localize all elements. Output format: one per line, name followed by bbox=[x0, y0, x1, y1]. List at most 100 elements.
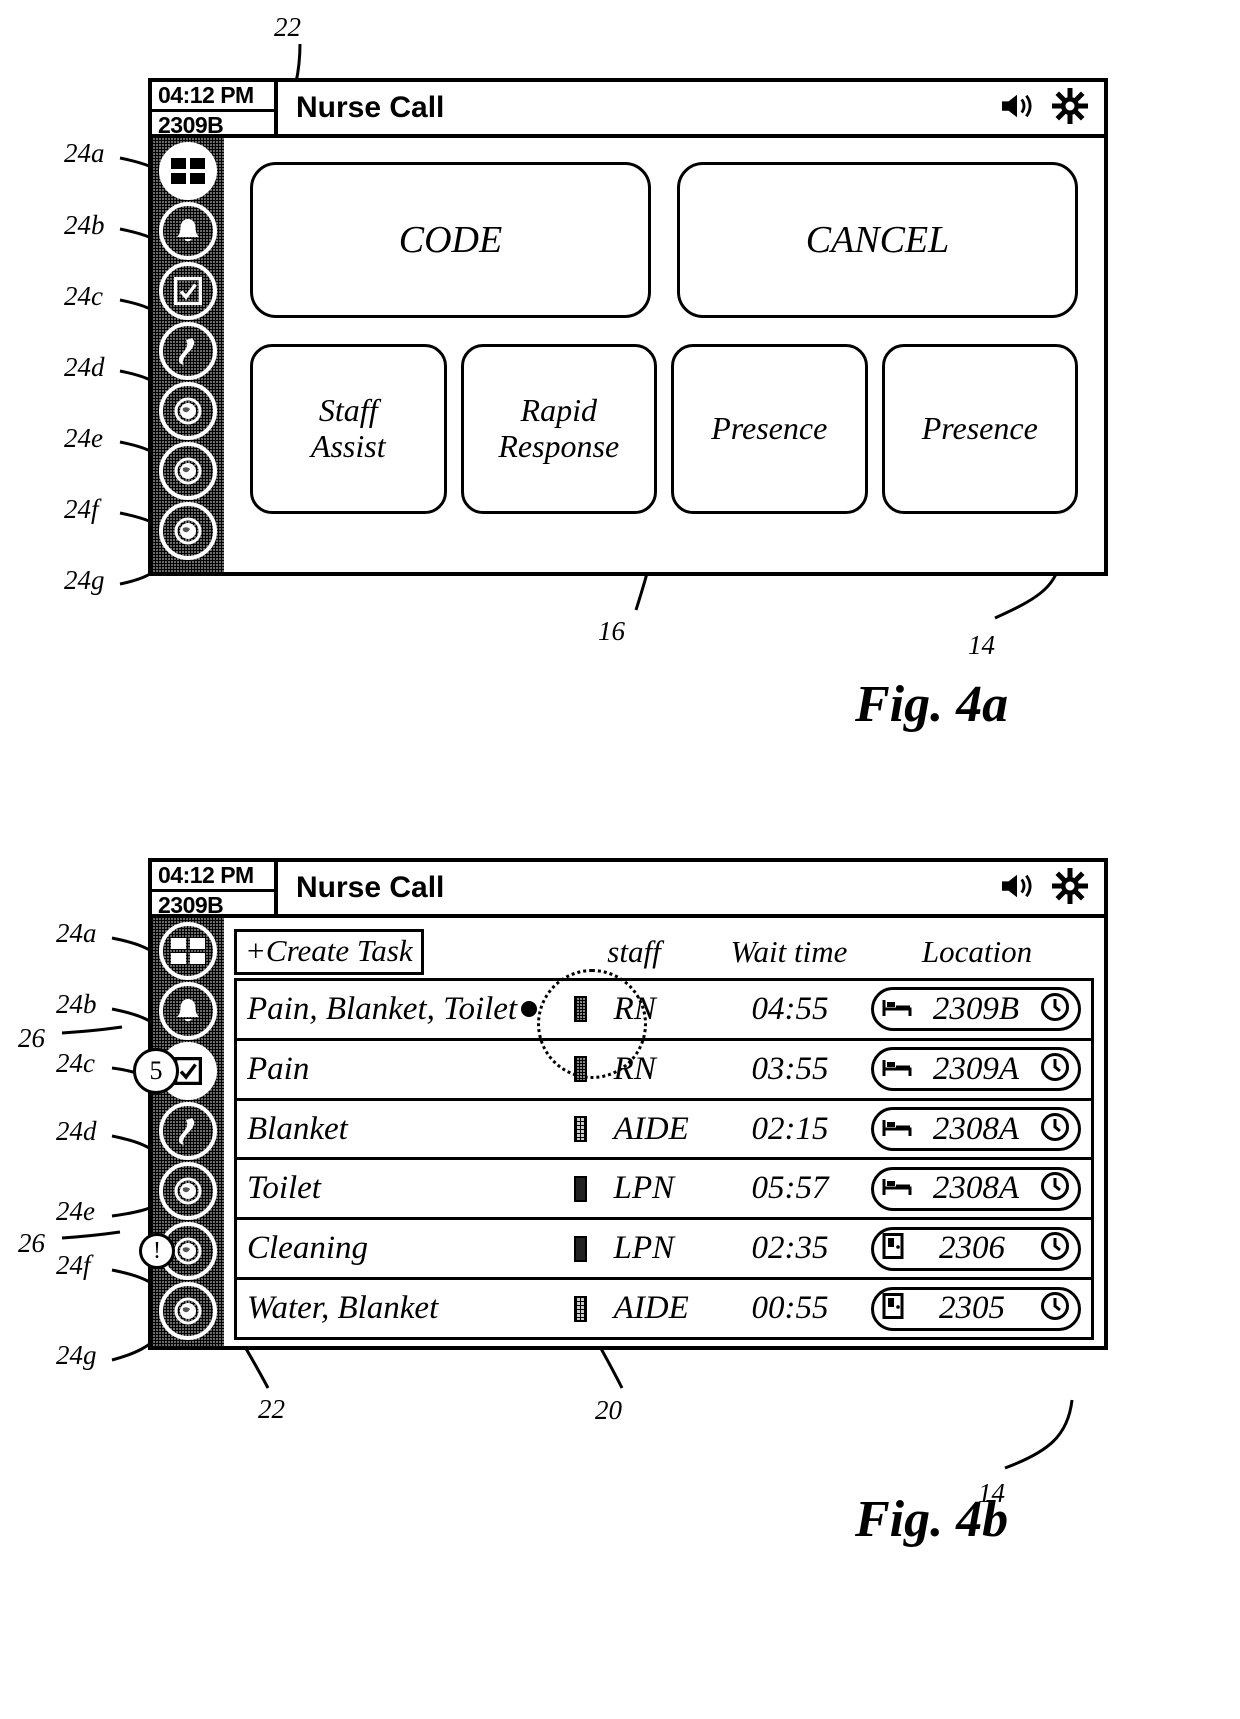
staff-chip-icon bbox=[574, 1056, 588, 1083]
titlebar-icons bbox=[998, 82, 1104, 134]
alert-badge: ! bbox=[139, 1233, 175, 1269]
table-row[interactable]: Water, Blanket AIDE 00:55 2305 bbox=[237, 1280, 1091, 1337]
ref-numeral-16-8: 16 bbox=[598, 616, 625, 646]
task-description: Toilet bbox=[237, 1170, 562, 1207]
speaker-volume-icon[interactable] bbox=[998, 871, 1036, 906]
bed-icon bbox=[882, 1116, 912, 1143]
location-pill[interactable]: 2309B bbox=[871, 987, 1081, 1032]
sidebar-item-globe-1[interactable] bbox=[159, 382, 217, 440]
clock-icon[interactable] bbox=[1040, 1291, 1070, 1326]
location-pill[interactable]: 2306 bbox=[871, 1226, 1081, 1271]
table-row[interactable]: Toilet LPN 05:57 2308A bbox=[237, 1160, 1091, 1221]
globe-icon bbox=[174, 1177, 202, 1205]
location-pill[interactable]: 2308A bbox=[871, 1107, 1081, 1152]
location-cell: 2309B bbox=[871, 987, 1091, 1032]
nurse-call-keypad-screen: CODE CANCEL Staff Assist Rapid Response … bbox=[224, 138, 1104, 572]
task-description: Pain, Blanket, Toilet bbox=[237, 991, 562, 1028]
ref-numeral-26-16: 26 bbox=[18, 1228, 45, 1258]
sidebar-item-tasks[interactable] bbox=[159, 262, 217, 320]
ref-numeral-24e-15: 24e bbox=[56, 1196, 95, 1226]
sidebar-item-alerts[interactable] bbox=[159, 982, 217, 1040]
door-room-icon bbox=[882, 1233, 904, 1264]
create-task-button[interactable]: +Create Task bbox=[234, 929, 424, 975]
location-value: 2306 bbox=[939, 1230, 1005, 1267]
sidebar-item-globe-3[interactable] bbox=[159, 502, 217, 560]
task-label: Pain, Blanket, Toilet bbox=[247, 990, 518, 1027]
ref-numeral-24b-2: 24b bbox=[64, 210, 105, 240]
staff-indicator bbox=[562, 1235, 600, 1262]
ref-numeral-20-20: 20 bbox=[595, 1395, 622, 1425]
presence-button-1[interactable]: Presence bbox=[671, 344, 868, 514]
sidebar-item-globe-1[interactable] bbox=[159, 1162, 217, 1220]
clock-icon[interactable] bbox=[1040, 1231, 1070, 1266]
staff-role: RN bbox=[613, 1050, 656, 1087]
task-label: Toilet bbox=[247, 1170, 321, 1207]
sidebar-item-grid-menu[interactable] bbox=[159, 142, 217, 200]
location-value: 2309B bbox=[932, 990, 1020, 1027]
column-header-location: Location bbox=[921, 934, 1033, 969]
phone-handset-icon bbox=[174, 1116, 202, 1146]
ref-numeral-22-0: 22 bbox=[274, 12, 301, 42]
clock-icon[interactable] bbox=[1040, 1052, 1070, 1087]
staff-assist-button[interactable]: Staff Assist bbox=[250, 344, 447, 514]
clock-icon[interactable] bbox=[1040, 1112, 1070, 1147]
staff-role: AIDE bbox=[613, 1110, 689, 1147]
location-cell: 2308A bbox=[871, 1166, 1091, 1211]
clock-room-block: 04:12 PM 2309B bbox=[152, 862, 278, 918]
sidebar-item-globe-2[interactable] bbox=[159, 442, 217, 500]
secondary-button-row: Staff Assist Rapid Response Presence Pre… bbox=[250, 344, 1078, 514]
bell-icon bbox=[173, 216, 203, 246]
staff-indicator bbox=[562, 996, 600, 1023]
sidebar-item-tasks[interactable]: 5 bbox=[133, 1042, 217, 1100]
sidebar-item-phone[interactable] bbox=[159, 1102, 217, 1160]
grid-menu-icon bbox=[171, 938, 205, 964]
location-pill[interactable]: 2308A bbox=[871, 1166, 1081, 1211]
table-row[interactable]: Pain RN 03:55 2309A bbox=[237, 1041, 1091, 1101]
ref-numeral-24d-4: 24d bbox=[64, 352, 105, 382]
task-description: Blanket bbox=[237, 1111, 562, 1148]
clock-icon[interactable] bbox=[1040, 1171, 1070, 1206]
ref-numeral-24d-14: 24d bbox=[56, 1116, 97, 1146]
task-description: Pain bbox=[237, 1051, 562, 1088]
cancel-button[interactable]: CANCEL bbox=[677, 162, 1078, 318]
rapid-response-label: Rapid Response bbox=[498, 392, 620, 464]
ref-numeral-24f-17: 24f bbox=[56, 1250, 91, 1280]
speaker-volume-icon[interactable] bbox=[998, 91, 1036, 126]
sidebar-item-phone[interactable] bbox=[159, 322, 217, 380]
task-label: Pain bbox=[247, 1050, 310, 1087]
table-row[interactable]: Pain, Blanket, Toilet RN 04:55 2309B bbox=[237, 969, 1091, 1079]
clock-icon[interactable] bbox=[1040, 992, 1070, 1027]
location-pill[interactable]: 2309A bbox=[871, 1047, 1081, 1092]
location-pill[interactable]: 2305 bbox=[871, 1286, 1081, 1331]
sidebar-item-grid-menu[interactable] bbox=[159, 922, 217, 980]
table-row[interactable]: Cleaning LPN 02:35 2306 bbox=[237, 1220, 1091, 1281]
globe-icon bbox=[174, 517, 202, 545]
gear-icon[interactable] bbox=[1052, 87, 1088, 129]
ref-numeral-24e-5: 24e bbox=[64, 423, 103, 453]
globe-icon bbox=[174, 397, 202, 425]
staff-indicator bbox=[562, 1175, 600, 1202]
sidebar-item-globe-2[interactable]: ! bbox=[139, 1222, 217, 1280]
staff-chip-icon bbox=[574, 1295, 588, 1322]
task-description: Water, Blanket bbox=[237, 1290, 562, 1327]
primary-button-row: CODE CANCEL bbox=[250, 162, 1078, 318]
ref-numeral-22-19: 22 bbox=[258, 1394, 285, 1424]
gear-icon[interactable] bbox=[1052, 867, 1088, 909]
location-cell: 2308A bbox=[871, 1107, 1091, 1152]
location-cell: 2309A bbox=[871, 1047, 1091, 1092]
bed-icon bbox=[882, 1056, 912, 1083]
grid-menu-icon bbox=[171, 158, 205, 184]
staff-indicator bbox=[562, 1116, 600, 1143]
page-title: Nurse Call bbox=[296, 91, 445, 124]
task-label: Cleaning bbox=[247, 1230, 368, 1267]
sidebar-item-globe-3[interactable] bbox=[159, 1282, 217, 1340]
table-row[interactable]: Blanket AIDE 02:15 2308A bbox=[237, 1101, 1091, 1161]
task-label: Water, Blanket bbox=[247, 1290, 439, 1327]
sidebar-item-alerts[interactable] bbox=[159, 202, 217, 260]
rapid-response-button[interactable]: Rapid Response bbox=[460, 344, 657, 514]
staff-indicator bbox=[562, 1295, 600, 1322]
presence-button-2[interactable]: Presence bbox=[881, 344, 1078, 514]
ref-numeral-14-9: 14 bbox=[968, 630, 995, 660]
code-button[interactable]: CODE bbox=[250, 162, 651, 318]
sidebar-fig4a bbox=[152, 138, 224, 572]
